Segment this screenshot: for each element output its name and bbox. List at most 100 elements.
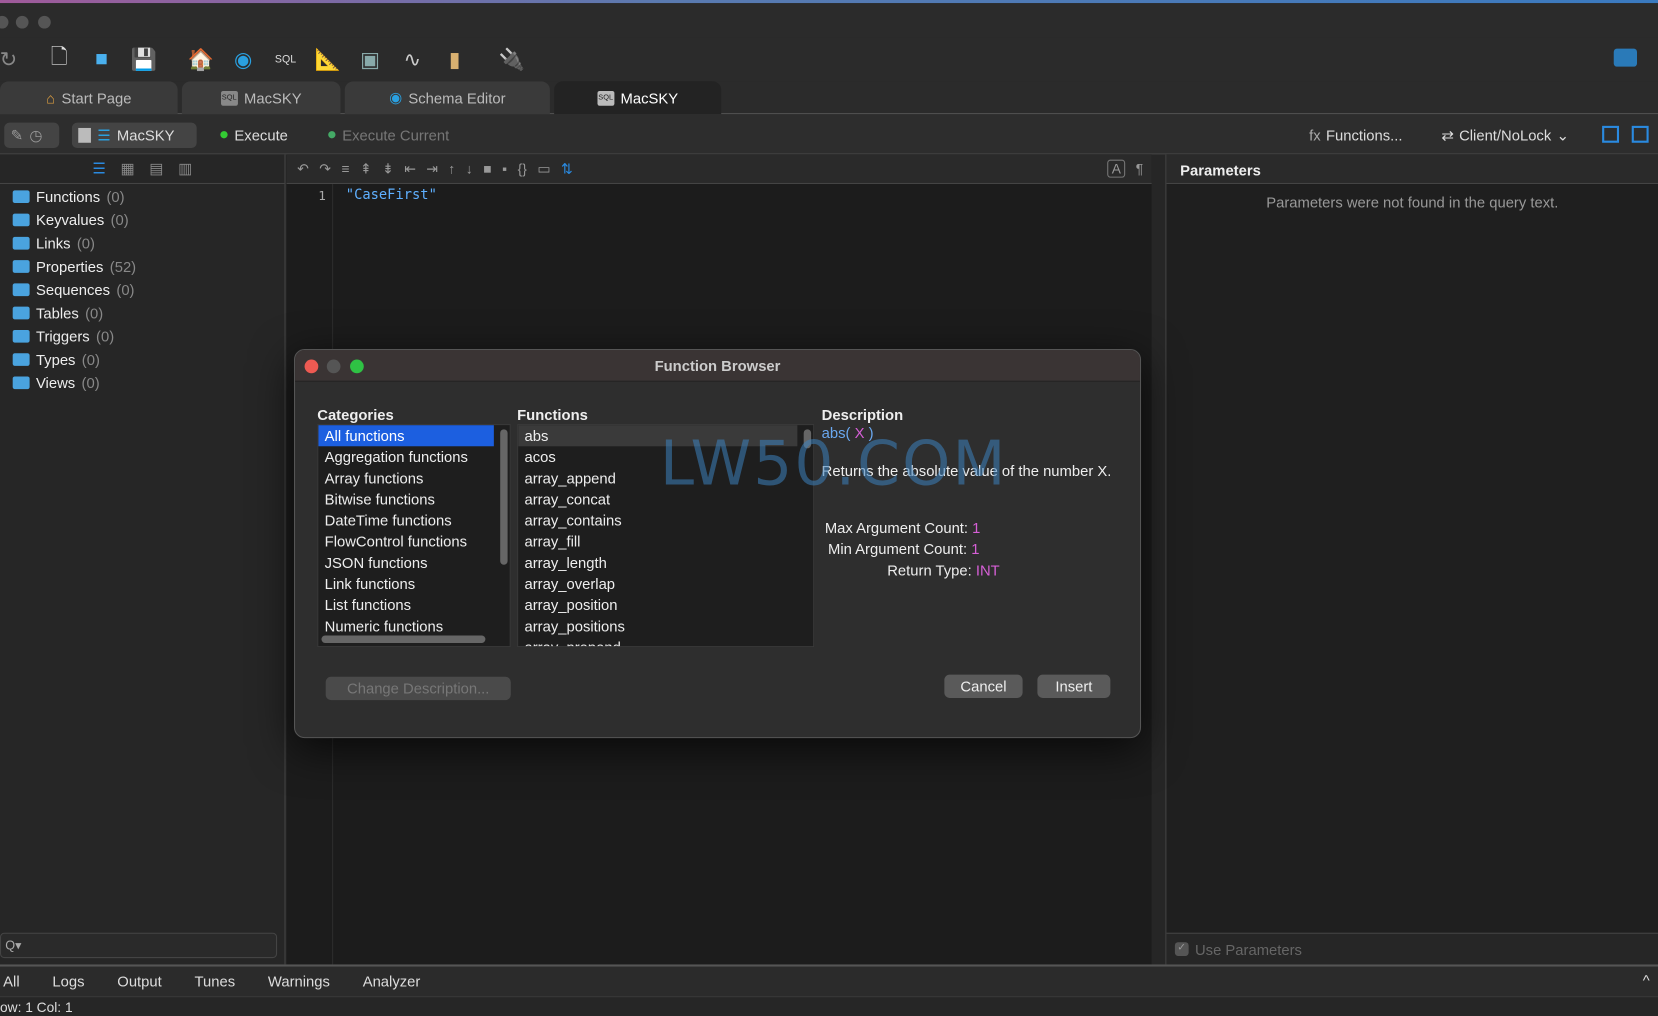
- connection-selector[interactable]: ☰ MacSKY: [71, 122, 197, 149]
- clock-icon[interactable]: ◷: [29, 126, 42, 144]
- dialog-close-button[interactable]: [304, 359, 319, 374]
- function-item[interactable]: acos: [518, 446, 797, 467]
- undo-icon[interactable]: ↶: [297, 160, 309, 177]
- functions-button[interactable]: fx Functions...: [1309, 123, 1402, 148]
- function-item[interactable]: array_concat: [518, 489, 797, 510]
- tree-item-triggers[interactable]: Triggers (0): [0, 325, 284, 348]
- plug-icon[interactable]: 🔌: [491, 42, 533, 76]
- schema-view-icon[interactable]: ▥: [178, 160, 192, 178]
- insert-button[interactable]: Insert: [1037, 674, 1111, 698]
- ruler-icon[interactable]: 📐: [307, 42, 349, 76]
- table-view-icon[interactable]: ▦: [120, 160, 134, 178]
- block-alt-icon[interactable]: ▪: [502, 161, 507, 177]
- tab-macsky-active[interactable]: SQL MacSKY: [554, 81, 722, 115]
- category-item[interactable]: Array functions: [318, 467, 494, 488]
- comment-icon[interactable]: ⇤: [404, 160, 416, 177]
- book-icon[interactable]: ▮: [434, 42, 476, 76]
- tree-item-views[interactable]: Views (0): [0, 371, 284, 394]
- monitor-icon[interactable]: ∿: [391, 42, 433, 76]
- database-view-icon[interactable]: ☰: [92, 160, 105, 178]
- tree-item-sequences[interactable]: Sequences (0): [0, 278, 284, 301]
- category-item[interactable]: Numeric functions: [318, 615, 494, 636]
- function-item[interactable]: array_overlap: [518, 573, 797, 594]
- function-item[interactable]: array_contains: [518, 510, 797, 531]
- category-item[interactable]: Bitwise functions: [318, 489, 494, 510]
- format-icon[interactable]: ≡: [341, 161, 349, 177]
- document-view-icon[interactable]: ▤: [149, 160, 163, 178]
- categories-list[interactable]: All functions Aggregation functions Array …: [317, 424, 511, 648]
- categories-scrollbar[interactable]: [500, 429, 508, 565]
- output-tab-analyzer[interactable]: Analyzer: [363, 973, 421, 990]
- display-icon[interactable]: ▭: [537, 160, 550, 177]
- change-description-button[interactable]: Change Description...: [325, 676, 511, 701]
- dialog-zoom-button[interactable]: [350, 359, 364, 374]
- function-item[interactable]: array_fill: [518, 531, 797, 552]
- pencil-icon[interactable]: ✎: [11, 126, 23, 144]
- execute-button[interactable]: ● Execute: [219, 123, 288, 148]
- outdent-icon[interactable]: ⇟: [382, 160, 394, 177]
- output-tab-all[interactable]: All: [3, 973, 19, 990]
- minimize-window-button[interactable]: [15, 15, 29, 29]
- functions-scrollbar[interactable]: [803, 429, 812, 449]
- function-item[interactable]: array_prepend: [518, 637, 797, 646]
- output-tab-logs[interactable]: Logs: [52, 973, 84, 990]
- sql-icon[interactable]: SQL: [264, 42, 306, 76]
- categories-hscrollbar[interactable]: [321, 635, 486, 643]
- tree-item-links[interactable]: Links (0): [0, 232, 284, 255]
- cancel-button[interactable]: Cancel: [944, 674, 1023, 698]
- layout-icon[interactable]: ▣: [349, 42, 391, 76]
- function-item[interactable]: array_length: [518, 552, 797, 573]
- chat-icon[interactable]: [1613, 48, 1638, 67]
- category-item[interactable]: DateTime functions: [318, 510, 494, 531]
- braces-icon[interactable]: {}: [518, 161, 527, 177]
- uncomment-icon[interactable]: ⇥: [426, 160, 438, 177]
- function-item[interactable]: array_positions: [518, 615, 797, 636]
- chevron-up-icon[interactable]: ^: [1643, 972, 1650, 989]
- function-item[interactable]: array_position: [518, 594, 797, 615]
- indent-icon[interactable]: ⇞: [360, 160, 372, 177]
- tab-schema-editor[interactable]: ◉ Schema Editor: [344, 81, 550, 115]
- category-item[interactable]: Aggregation functions: [318, 446, 494, 467]
- output-tab-tunes[interactable]: Tunes: [195, 973, 236, 990]
- output-tab-output[interactable]: Output: [117, 973, 161, 990]
- pilcrow-icon[interactable]: ¶: [1136, 161, 1143, 177]
- code-line[interactable]: "CaseFirst": [346, 187, 437, 203]
- toggle-left-panel-icon[interactable]: [1602, 125, 1620, 143]
- function-item[interactable]: array_append: [518, 467, 797, 488]
- block-icon[interactable]: ■: [483, 161, 491, 177]
- category-item[interactable]: Link functions: [318, 573, 494, 594]
- edit-history-toggle[interactable]: ✎ ◷: [4, 122, 60, 149]
- tab-start-page[interactable]: ⌂ Start Page: [0, 81, 178, 115]
- open-folder-icon[interactable]: ■: [80, 42, 122, 76]
- save-icon[interactable]: 💾: [123, 42, 165, 76]
- output-tab-warnings[interactable]: Warnings: [268, 973, 330, 990]
- category-item[interactable]: JSON functions: [318, 552, 494, 573]
- tree-item-tables[interactable]: Tables (0): [0, 301, 284, 324]
- dialog-minimize-button[interactable]: [326, 359, 341, 374]
- tree-item-keyvalues[interactable]: Keyvalues (0): [0, 208, 284, 231]
- font-icon[interactable]: A: [1107, 159, 1126, 178]
- lowercase-icon[interactable]: ↓: [466, 161, 473, 177]
- use-parameters-checkbox[interactable]: ✓ Use Parameters: [1166, 932, 1658, 965]
- tree-item-types[interactable]: Types (0): [0, 348, 284, 371]
- category-item[interactable]: List functions: [318, 594, 494, 615]
- category-item[interactable]: FlowControl functions: [318, 531, 494, 552]
- tree-item-functions[interactable]: Functions (0): [0, 185, 284, 208]
- lock-mode-dropdown[interactable]: ⇄ Client/NoLock ⌄: [1441, 123, 1569, 148]
- functions-list[interactable]: abs acos array_append array_concat array_con…: [517, 424, 815, 648]
- category-item[interactable]: All functions: [318, 425, 494, 447]
- object-search-input[interactable]: Q▾: [0, 932, 278, 959]
- refresh-icon[interactable]: ↻: [0, 42, 17, 76]
- home-icon[interactable]: 🏠: [180, 42, 222, 76]
- uppercase-icon[interactable]: ↑: [448, 161, 455, 177]
- zoom-window-button[interactable]: [38, 15, 51, 29]
- new-file-icon[interactable]: 🗋: [38, 42, 80, 76]
- function-item[interactable]: abs: [518, 425, 798, 447]
- toggle-right-panel-icon[interactable]: [1631, 125, 1649, 143]
- sort-icon[interactable]: ⇅: [561, 160, 573, 177]
- tab-macsky-1[interactable]: SQL MacSKY: [181, 81, 341, 115]
- execute-current-button[interactable]: ● Execute Current: [327, 123, 450, 148]
- redo-icon[interactable]: ↷: [319, 160, 331, 177]
- schema-icon[interactable]: ◉: [222, 42, 264, 76]
- tree-item-properties[interactable]: Properties (52): [0, 255, 284, 278]
